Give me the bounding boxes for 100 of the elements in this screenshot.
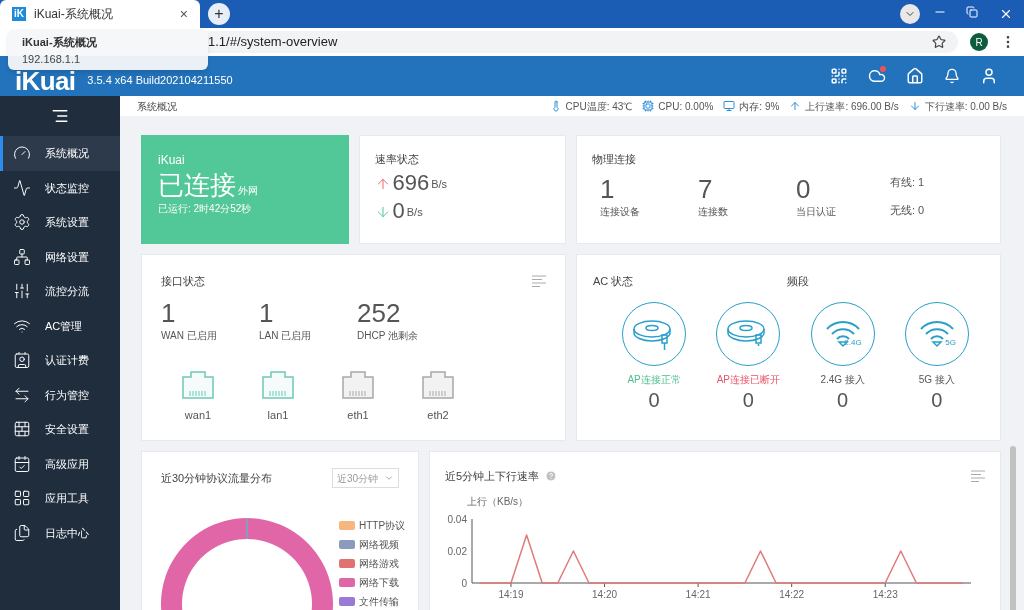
y-axis: [471, 518, 473, 583]
tooltip-url: 192.168.1.1: [22, 51, 82, 67]
menu-item-icon: [13, 351, 31, 370]
port-label: wan1: [184, 407, 212, 423]
menu-item-icon: [13, 247, 31, 266]
menu-item-icon: [13, 385, 31, 404]
stat-label: 当日认证: [795, 204, 837, 219]
tab-search-button[interactable]: [900, 4, 920, 24]
ac-count: 0: [931, 387, 943, 413]
tick-label: 0.02: [447, 545, 467, 557]
ac-label: 5G 接入: [918, 372, 955, 387]
sidebar-item[interactable]: 状态监控: [0, 170, 120, 205]
stat-text: 下行速率: 0.00 B/s: [924, 99, 1007, 114]
tick-label: 14:20: [592, 588, 618, 600]
card-title: AC 状态: [593, 274, 635, 289]
bookmark-star-icon[interactable]: [932, 35, 946, 49]
user-icon[interactable]: [980, 67, 998, 85]
ac-count: 0: [648, 387, 660, 413]
stat-text: CPU温度: 43℃: [565, 99, 633, 114]
sidebar-item[interactable]: 应用工具: [0, 481, 120, 516]
legend-label: 网络游戏: [359, 557, 399, 571]
legend-label: 网络视频: [359, 538, 399, 552]
ac-label: AP连接已断开: [716, 372, 781, 387]
uptime-text: 已运行: 2时42分52秒: [158, 202, 253, 216]
browser-tab[interactable]: iK iKuai-系统概况 ×: [0, 0, 200, 28]
sidebar-item[interactable]: 系统设置: [0, 205, 120, 240]
tick-label: 0.04: [447, 513, 467, 525]
stat-label: WAN 已启用: [161, 328, 218, 343]
up-icon: [789, 100, 802, 112]
legend-label: 文件传输: [359, 595, 399, 609]
cpu-icon: [642, 100, 655, 112]
cloud-button[interactable]: [868, 67, 886, 85]
sidebar-item[interactable]: 高级应用: [0, 446, 120, 481]
card-title: 物理连接: [592, 152, 637, 167]
card-title: 频段: [787, 274, 809, 289]
logo: iKuai: [15, 68, 76, 94]
network-label: 外网: [238, 184, 258, 198]
band-label: 5G: [945, 336, 956, 349]
stat-value: 1: [599, 173, 616, 204]
home-icon[interactable]: [906, 67, 924, 85]
sidebar-item[interactable]: 网络设置: [0, 239, 120, 274]
stat-label: LAN 已启用: [259, 328, 313, 343]
legend-label: 网络下载: [359, 576, 399, 590]
stat-label: 连接设备: [599, 204, 641, 219]
stat-value: 1: [259, 297, 275, 328]
stat-text: 上行速率: 696.00 B/s: [805, 99, 899, 114]
stat-text: 内存: 9%: [739, 99, 780, 114]
tab-title: iKuai-系统概况: [34, 6, 114, 23]
profile-avatar[interactable]: R: [970, 33, 988, 51]
port-label: eth2: [427, 407, 449, 423]
breadcrumb: 系统概况: [137, 99, 177, 114]
chevron-icon: [384, 473, 394, 483]
legend-label: HTTP协议: [359, 519, 406, 533]
favicon: iK: [12, 7, 26, 21]
ac-count: 0: [742, 387, 754, 413]
tick-label: 14:23: [872, 588, 898, 600]
stat-value: 0: [795, 173, 812, 204]
tick-label: 14:22: [779, 588, 805, 600]
speed-value: 696: [392, 169, 430, 196]
band-label: 2.4G: [844, 336, 862, 349]
axis-title: 上行（KB/s）: [467, 495, 529, 507]
tab-close[interactable]: ×: [179, 3, 188, 25]
down-icon: [908, 100, 921, 112]
version-text: 3.5.4 x64 Build202104211550: [87, 72, 233, 88]
bell-icon[interactable]: [944, 68, 960, 84]
wired-count: 有线: 1: [890, 174, 925, 190]
menu-item-icon: [13, 213, 31, 232]
stat-value: 7: [697, 173, 714, 204]
tick-label: 14:21: [685, 588, 711, 600]
cloud-icon: [868, 67, 886, 85]
menu-item-icon: [13, 420, 31, 439]
stat-value: 252: [357, 297, 402, 328]
speed-unit: B/s: [431, 177, 448, 192]
sidebar-item[interactable]: 流控分流: [0, 274, 120, 309]
ac-label: 2.4G 接入: [820, 372, 865, 387]
speed-unit: B/s: [406, 205, 423, 220]
speed-value: 0: [392, 197, 405, 224]
tick-label: 14:19: [498, 588, 524, 600]
sidebar-item[interactable]: AC管理: [0, 308, 120, 343]
sidebar-item[interactable]: 行为管控: [0, 377, 120, 412]
sidebar-item[interactable]: 安全设置: [0, 412, 120, 447]
new-tab-button[interactable]: +: [208, 3, 230, 25]
apps-icon[interactable]: [830, 67, 848, 85]
card-title: 近30分钟协议流量分布: [161, 470, 273, 486]
tick-label: 0: [461, 577, 467, 589]
sidebar-item[interactable]: 日志中心: [0, 515, 120, 550]
menu-item-icon: [13, 454, 31, 473]
card-title: 近5分钟上下行速率: [445, 469, 540, 484]
stat-value: 1: [161, 297, 177, 328]
memory-icon: [723, 100, 736, 112]
ac-count: 0: [837, 387, 849, 413]
card-title: 速率状态: [374, 152, 420, 167]
stat-text: CPU: 0.00%: [658, 99, 714, 114]
sidebar-item[interactable]: 认证计费: [0, 343, 120, 378]
collapse-menu-icon[interactable]: [51, 107, 69, 125]
sidebar-item[interactable]: 系统概况: [0, 136, 120, 171]
card-title: 接口状态: [161, 274, 205, 289]
wireless-count: 无线: 0: [890, 203, 925, 218]
ac-label: AP连接正常: [627, 372, 681, 387]
url-text: 1.1/#/system-overview: [208, 33, 338, 52]
